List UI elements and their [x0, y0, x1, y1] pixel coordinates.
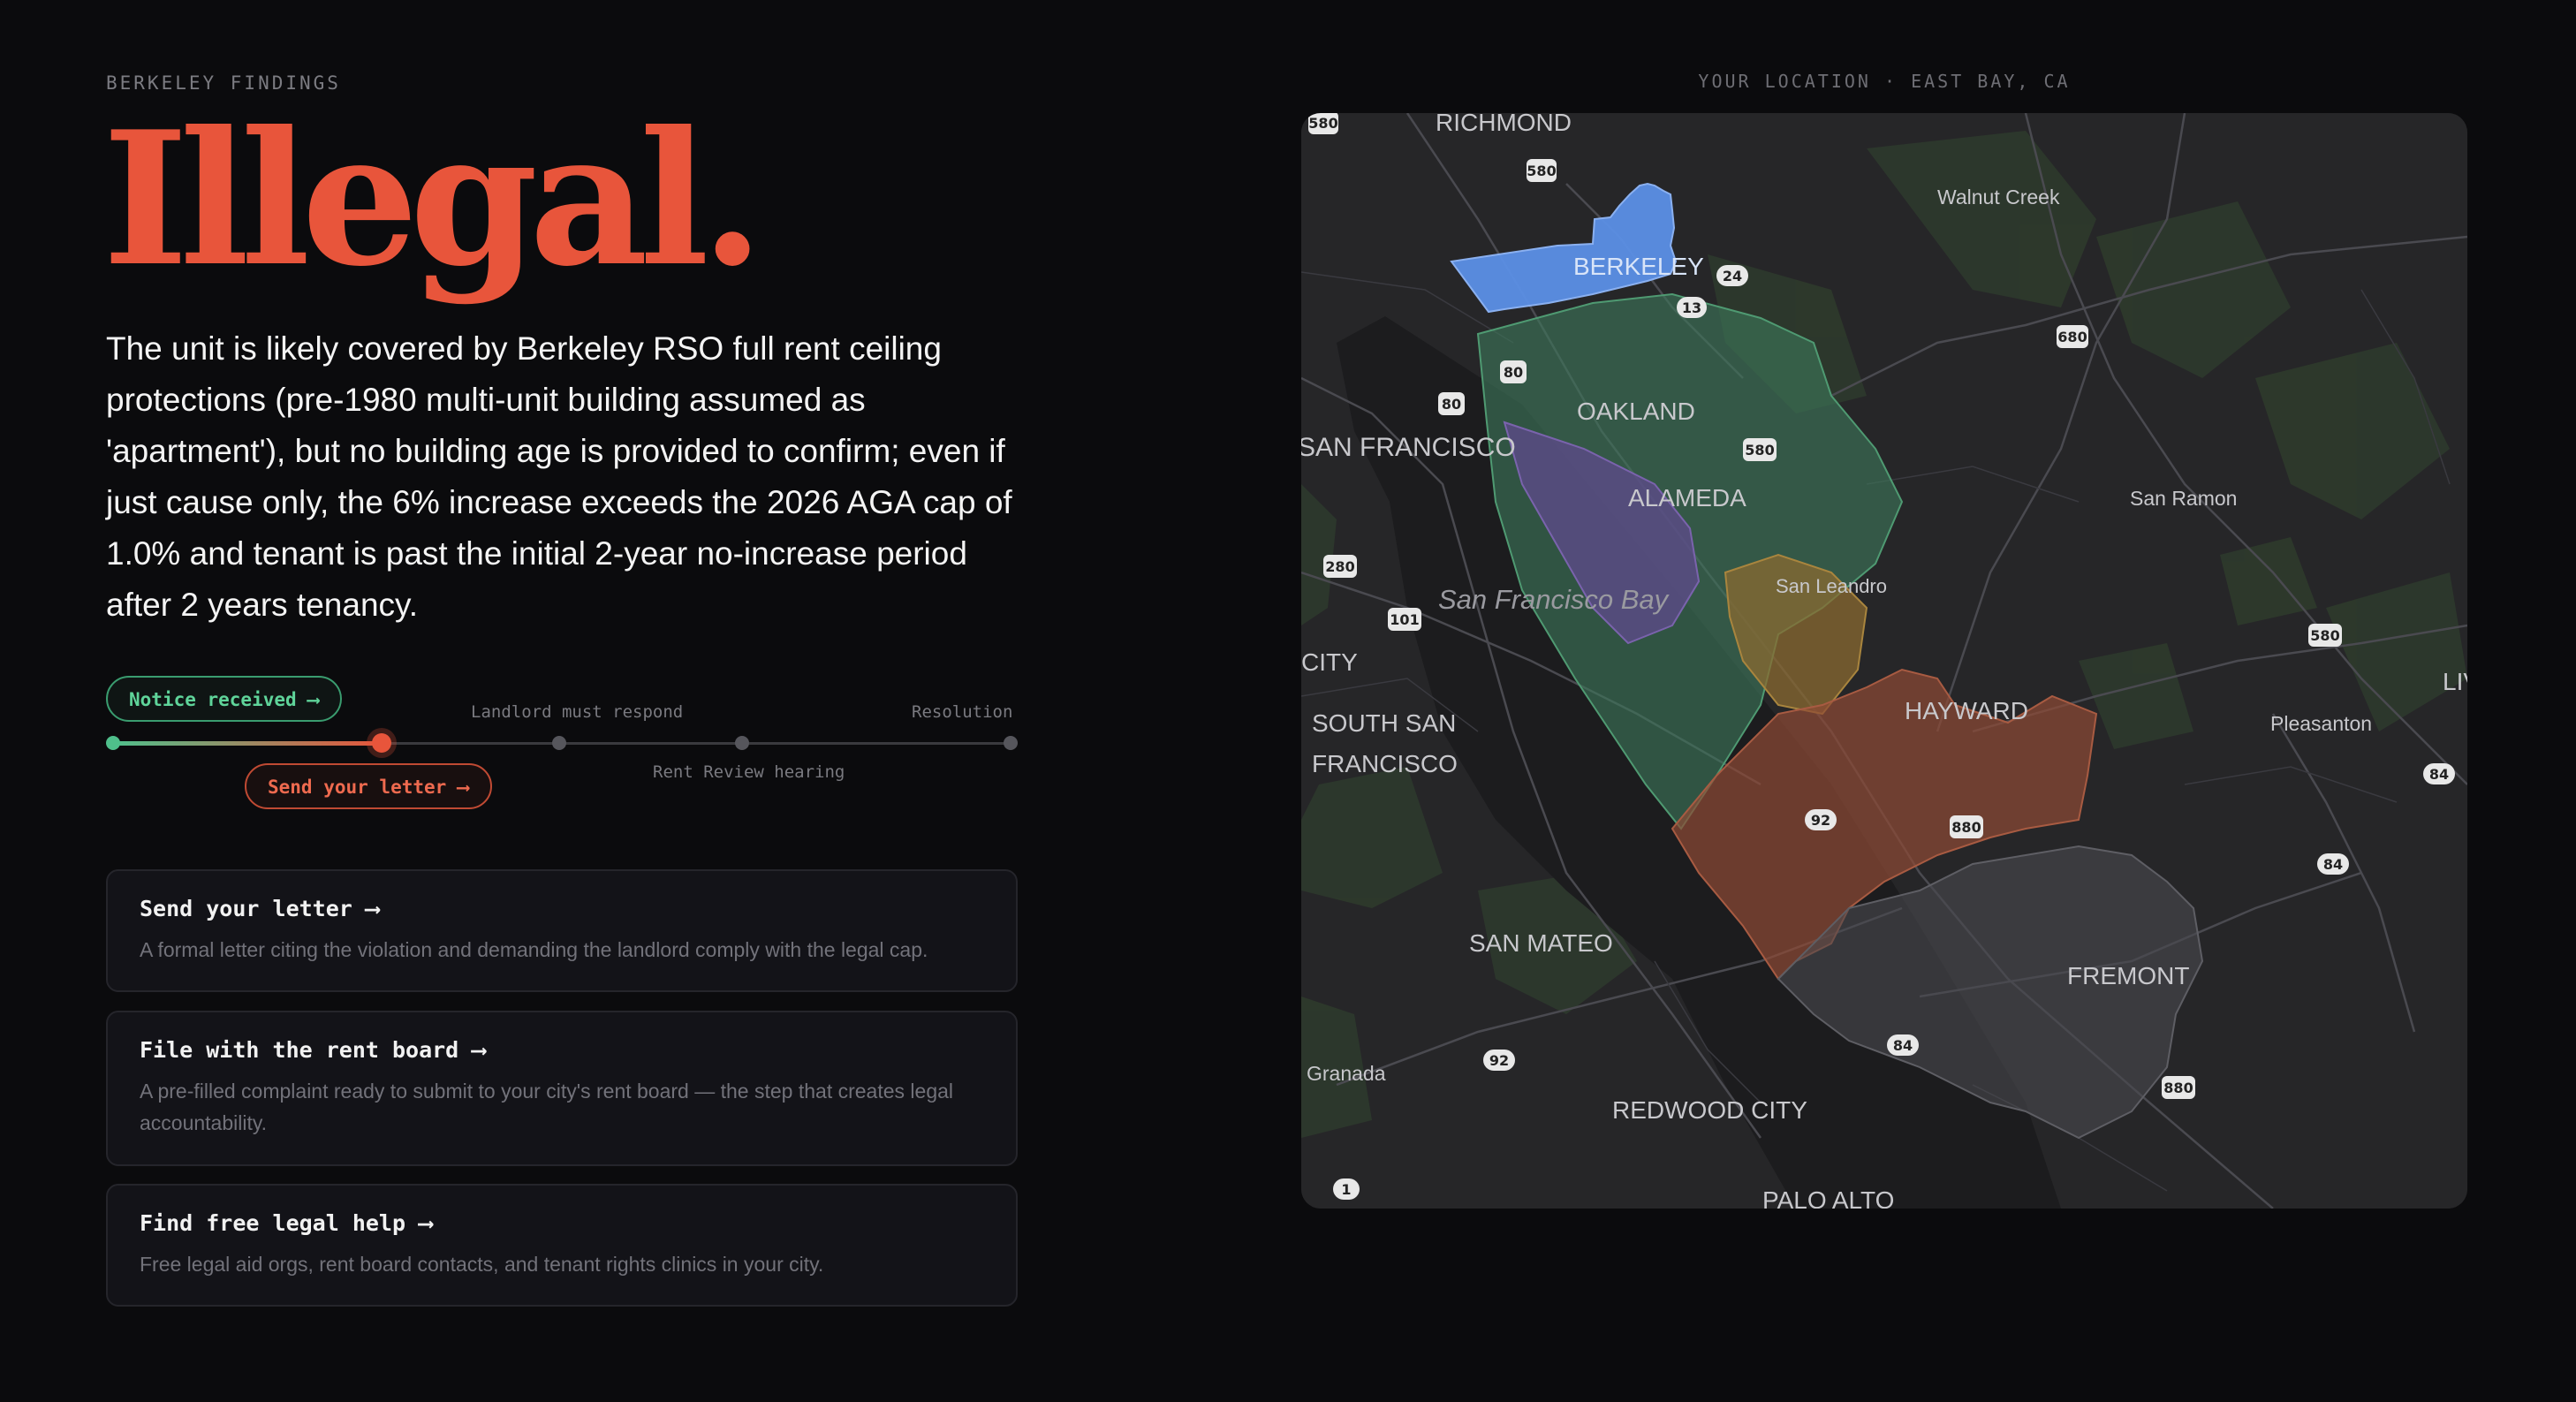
map-location-label: YOUR LOCATION · EAST BAY, CA: [1698, 71, 2071, 92]
action-title: Find free legal help ⟶: [140, 1210, 433, 1236]
action-card-legal-help[interactable]: Find free legal help ⟶ Free legal aid or…: [106, 1184, 1018, 1307]
highway-shield-580: 580: [2308, 624, 2342, 647]
action-description: A formal letter citing the violation and…: [140, 938, 928, 961]
highway-shield-880: 880: [1950, 815, 1983, 838]
highway-shield-101: 101: [1388, 608, 1421, 631]
timeline-label-respond: Landlord must respond: [471, 702, 684, 722]
place-label-south-sf: FRANCISCO: [1312, 750, 1458, 777]
place-label-richmond: RICHMOND: [1436, 113, 1572, 136]
action-title: File with the rent board ⟶: [140, 1037, 486, 1063]
place-label-south-sf: SOUTH SAN: [1312, 709, 1456, 737]
action-title: Send your letter ⟶: [140, 896, 379, 921]
place-label-san-ramon: San Ramon: [2130, 487, 2237, 510]
verdict-headline: Illegal.: [102, 92, 764, 307]
svg-text:880: 880: [1951, 819, 1981, 836]
svg-text:84: 84: [2323, 856, 2343, 873]
place-label-hayward: HAYWARD: [1905, 697, 2028, 724]
highway-shield-580: 580: [1743, 438, 1777, 461]
highway-shield-580: 580: [1527, 159, 1557, 182]
highway-shield-880: 880: [2162, 1076, 2195, 1099]
action-card-send-letter[interactable]: Send your letter ⟶ A formal letter citin…: [106, 869, 1018, 992]
place-label-san-mateo: SAN MATEO: [1469, 929, 1613, 957]
send-letter-button[interactable]: Send your letter ⟶: [245, 763, 492, 809]
highway-shield-1: 1: [1333, 1178, 1360, 1200]
place-label-san-francisco: SAN FRANCISCO: [1301, 433, 1516, 462]
timeline-progress: [113, 741, 383, 746]
svg-text:92: 92: [1489, 1052, 1509, 1069]
findings-summary: The unit is likely covered by Berkeley R…: [106, 330, 1012, 623]
place-label-liv: LIV: [2443, 668, 2467, 695]
svg-text:580: 580: [2310, 627, 2339, 644]
svg-text:13: 13: [1682, 299, 1701, 316]
highway-shield-580: 580: [1308, 113, 1338, 134]
highway-shield-84: 84: [1887, 1034, 1919, 1056]
place-label-san-leandro: San Leandro: [1776, 575, 1887, 597]
timeline-label-hearing: Rent Review hearing: [653, 762, 845, 782]
process-timeline: Notice received ⟶ Send your letter ⟶ Lan…: [106, 671, 1018, 813]
highway-shield-84: 84: [2317, 853, 2349, 875]
highway-shield-84: 84: [2423, 763, 2455, 784]
place-label-alameda: ALAMEDA: [1628, 484, 1746, 512]
svg-text:680: 680: [2057, 329, 2087, 345]
place-label-fremont: FREMONT: [2067, 962, 2189, 989]
action-description: Free legal aid orgs, rent board contacts…: [140, 1253, 824, 1276]
place-label-sf-bay: San Francisco Bay: [1438, 584, 1671, 615]
svg-text:92: 92: [1811, 812, 1830, 829]
place-label-walnut-creek: Walnut Creek: [1937, 186, 2060, 208]
svg-text:101: 101: [1390, 611, 1419, 628]
svg-text:280: 280: [1325, 558, 1354, 575]
highway-shield-280: 280: [1323, 555, 1357, 578]
jurisdiction-map[interactable]: 580 580 24 13 680 80 80 580 280 101 580 …: [1301, 113, 2467, 1209]
svg-text:580: 580: [1527, 163, 1556, 179]
svg-text:880: 880: [2163, 1080, 2193, 1096]
timeline-step-hearing: [735, 736, 749, 750]
svg-text:80: 80: [1504, 364, 1523, 381]
svg-text:580: 580: [1308, 115, 1337, 132]
timeline-label-resolution: Resolution: [912, 702, 1013, 722]
svg-text:580: 580: [1745, 442, 1774, 458]
highway-shield-680: 680: [2057, 325, 2088, 348]
highway-shield-92: 92: [1805, 809, 1837, 830]
highway-shield-80: 80: [1500, 360, 1527, 383]
timeline-step-notice: [106, 736, 120, 750]
place-label-pleasanton: Pleasanton: [2270, 712, 2372, 735]
highway-shield-80: 80: [1438, 392, 1465, 415]
timeline-step-letter: [372, 733, 391, 753]
place-label-oakland: OAKLAND: [1577, 398, 1695, 425]
place-label-granada: Granada: [1307, 1062, 1386, 1085]
timeline-step-respond: [552, 736, 566, 750]
svg-text:24: 24: [1723, 268, 1742, 284]
svg-text:1: 1: [1341, 1181, 1351, 1198]
notice-received-button[interactable]: Notice received ⟶: [106, 676, 342, 722]
highway-shield-92: 92: [1483, 1050, 1515, 1071]
place-label-redwood-city: REDWOOD CITY: [1612, 1096, 1807, 1124]
place-label-palo-alto: PALO ALTO: [1762, 1186, 1894, 1209]
place-label-berkeley: BERKELEY: [1573, 253, 1704, 280]
svg-text:80: 80: [1442, 396, 1461, 413]
svg-text:84: 84: [2429, 766, 2449, 783]
highway-shield-24: 24: [1716, 265, 1748, 286]
timeline-step-resolution: [1004, 736, 1018, 750]
place-label-city: CITY: [1301, 648, 1358, 676]
highway-shield-13: 13: [1677, 297, 1707, 318]
svg-text:84: 84: [1893, 1037, 1913, 1054]
action-description: A pre-filled complaint ready to submit t…: [140, 1080, 954, 1134]
action-card-rent-board[interactable]: File with the rent board ⟶ A pre-filled …: [106, 1011, 1018, 1166]
findings-eyebrow: BERKELEY FINDINGS: [106, 72, 341, 94]
